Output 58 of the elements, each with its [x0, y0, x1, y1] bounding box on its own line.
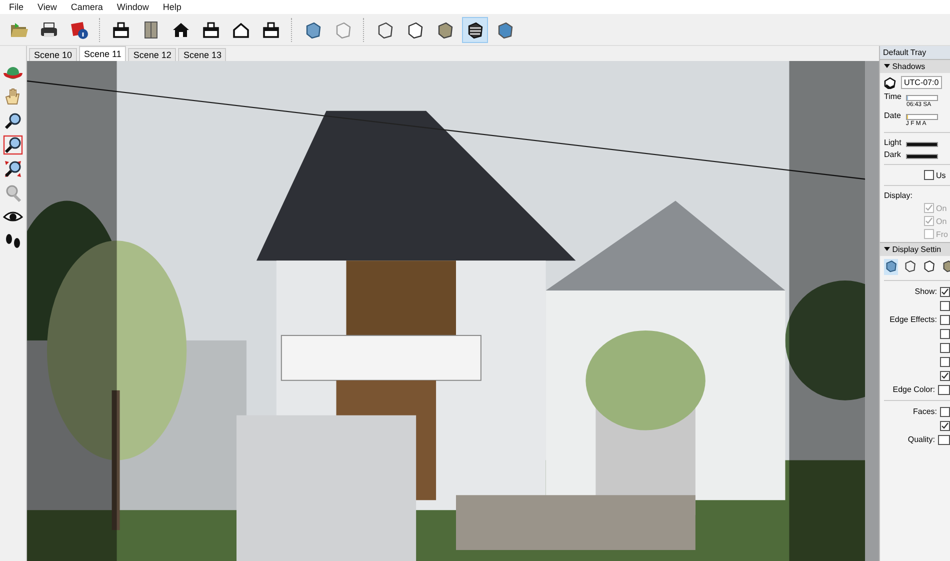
setting-label: Faces: [912, 407, 937, 416]
light-label: Light [884, 138, 902, 147]
zoom-icon [3, 111, 23, 131]
expand-arrow-icon [884, 63, 890, 69]
display-settings-section-header[interactable]: Display Settin [880, 242, 950, 256]
menu-item[interactable]: Help [162, 2, 182, 12]
tray-title: Default Tray [880, 46, 950, 59]
display-label: Display: [884, 191, 914, 200]
checkbox[interactable] [940, 286, 950, 296]
menu-item[interactable]: Window [116, 2, 149, 12]
checkbox[interactable] [940, 370, 950, 380]
expand-arrow-icon [884, 246, 890, 252]
setting-label: Edge Effects: [890, 315, 937, 324]
checkbox[interactable] [940, 342, 950, 352]
scene-tab[interactable]: Scene 10 [29, 48, 78, 61]
checkbox[interactable] [940, 328, 950, 338]
shadow-cube-icon [884, 76, 896, 88]
checkbox[interactable] [940, 300, 950, 310]
shadows-section-header[interactable]: Shadows [880, 59, 950, 73]
face-style-button[interactable] [884, 259, 898, 275]
tool-button[interactable] [1, 134, 25, 156]
checkbox-label: Us [936, 170, 946, 180]
menu-item[interactable]: File [9, 2, 24, 12]
checkbox-label: Fro [936, 230, 948, 238]
dropdown[interactable] [938, 434, 950, 444]
menu-item[interactable]: Camera [70, 2, 103, 12]
time-label: Time [884, 92, 902, 101]
setting-label: Quality: [908, 435, 935, 444]
cube-icon [903, 259, 917, 273]
face-style-button[interactable] [922, 259, 936, 275]
zoom-extents-icon [3, 159, 23, 179]
model-info-icon [69, 20, 89, 40]
scene-tab[interactable]: Scene 13 [178, 48, 226, 61]
style-button[interactable] [462, 16, 488, 42]
footprints-icon [3, 231, 23, 251]
cube-icon [922, 259, 936, 273]
cube-icon [884, 259, 898, 273]
checkbox[interactable] [940, 314, 950, 324]
checkbox[interactable] [940, 406, 950, 416]
checkbox[interactable] [940, 356, 950, 366]
scene-tab[interactable]: Scene 11 [79, 46, 126, 61]
timezone-dropdown[interactable]: UTC-07:0 [901, 76, 942, 89]
checkbox-label: On [936, 204, 947, 212]
setting-label: Show: [914, 287, 937, 296]
time-slider[interactable] [906, 95, 938, 101]
dropdown[interactable] [938, 384, 950, 394]
checkbox[interactable] [924, 170, 934, 180]
scene-tab[interactable]: Scene 12 [128, 48, 176, 61]
checkbox[interactable] [940, 420, 950, 430]
zoom-window-icon [3, 135, 23, 155]
checkbox-label: On [936, 216, 947, 226]
setting-label: Edge Color: [892, 385, 935, 394]
printer-icon [39, 20, 59, 40]
date-label: Date [884, 111, 901, 120]
menu-item[interactable]: View [38, 2, 57, 12]
dark-label: Dark [884, 150, 901, 159]
face-style-button[interactable] [903, 259, 917, 275]
date-slider[interactable] [906, 114, 938, 120]
